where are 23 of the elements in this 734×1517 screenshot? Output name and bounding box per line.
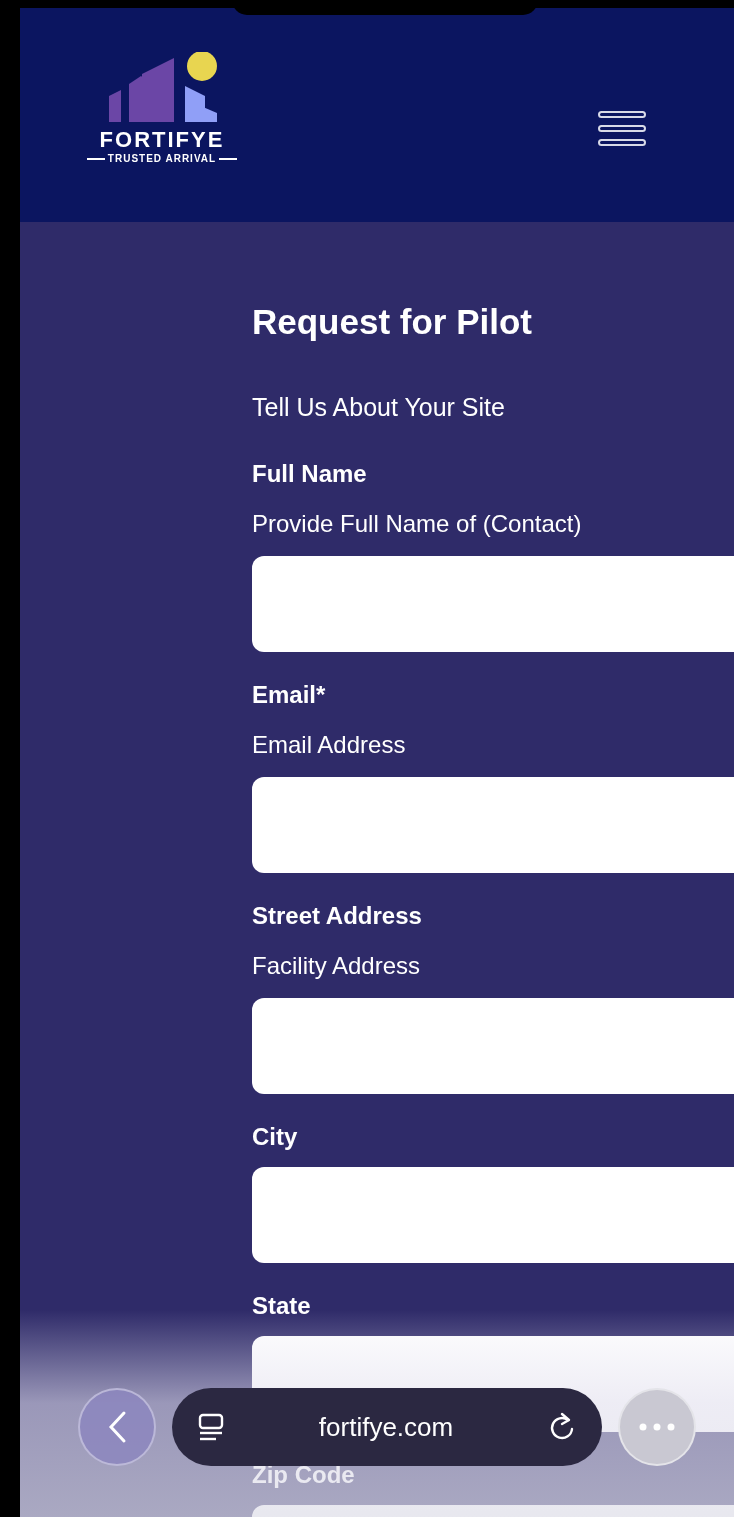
field-hint: Email Address bbox=[252, 730, 406, 760]
field-label: Full Name bbox=[252, 459, 367, 489]
address-bar[interactable]: fortifye.com bbox=[172, 1388, 602, 1466]
input-field[interactable] bbox=[252, 777, 734, 873]
field-label: State bbox=[252, 1291, 311, 1321]
reload-icon[interactable] bbox=[548, 1412, 576, 1442]
field-hint: Provide Full Name of (Contact) bbox=[252, 509, 582, 539]
logo-tagline: TRUSTED ARRIVAL bbox=[107, 152, 217, 166]
field-hint: Facility Address bbox=[252, 951, 421, 981]
url-text: fortifye.com bbox=[318, 1411, 454, 1443]
back-chevron-icon bbox=[106, 1409, 128, 1445]
ellipsis-icon bbox=[639, 1423, 675, 1431]
form-title: Request for Pilot bbox=[252, 301, 534, 343]
menu-icon[interactable] bbox=[598, 110, 646, 148]
form-subtitle: Tell Us About Your Site bbox=[252, 392, 506, 423]
field-label: Street Address bbox=[252, 901, 422, 931]
page-icon[interactable] bbox=[198, 1413, 224, 1441]
input-field[interactable] bbox=[252, 556, 734, 652]
input-field[interactable] bbox=[252, 998, 734, 1094]
field-label: Email* bbox=[252, 680, 326, 710]
input-field[interactable] bbox=[252, 1167, 734, 1263]
field-label: City bbox=[252, 1122, 298, 1152]
logo-wordmark: FORTIFYE bbox=[99, 128, 225, 152]
